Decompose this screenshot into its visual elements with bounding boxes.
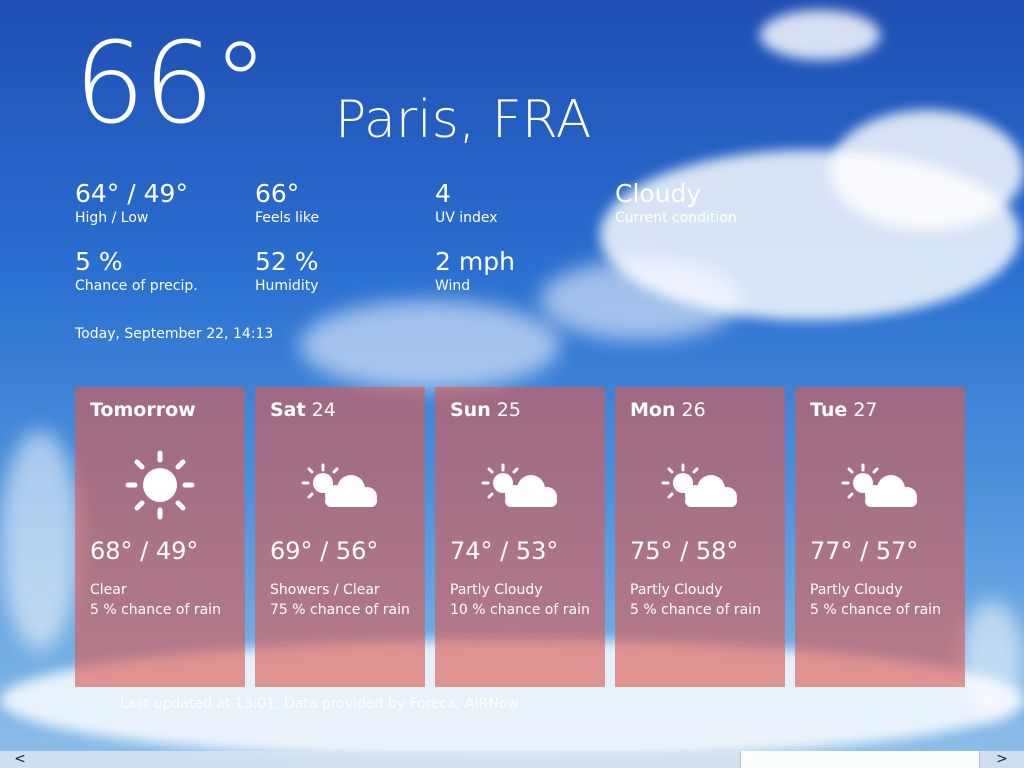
stat-value: 52 %: [255, 247, 319, 276]
forecast-condition: Partly Cloudy: [450, 582, 543, 598]
stat-feels-like: 66° Feels like: [255, 180, 319, 226]
stat-label: UV index: [435, 209, 498, 226]
forecast-rain-chance: 5 % chance of rain: [630, 602, 761, 618]
timestamp: Today, September 22, 14:13: [75, 326, 274, 342]
partly-cloudy-icon: [661, 463, 737, 507]
sun-icon: [125, 450, 195, 520]
scrollbar-thumb[interactable]: [740, 751, 980, 768]
horizontal-scrollbar[interactable]: < >: [0, 751, 1024, 768]
stat-value: Cloudy: [615, 179, 702, 208]
forecast-day: Sat 24: [270, 399, 336, 421]
forecast-card-sun[interactable]: Sun 25 74° / 53° Partly Cloudy 10 % chan…: [435, 387, 605, 687]
stat-humidity: 52 % Humidity: [255, 248, 319, 294]
stat-label: Feels like: [255, 209, 320, 226]
stat-precip: 5 % Chance of precip.: [75, 248, 198, 294]
forecast-card-mon[interactable]: Mon 26 75° / 58° Partly Cloudy 5 % chanc…: [615, 387, 785, 687]
city-name: Paris, FRA: [335, 90, 592, 150]
stat-value: 5 %: [75, 247, 123, 276]
stat-value: 2 mph: [435, 247, 515, 276]
stat-uv-index: 4 UV index: [435, 180, 498, 226]
forecast-temps: 75° / 58°: [630, 537, 739, 565]
forecast-card-sat[interactable]: Sat 24 69° / 56° Showers / Clear 75 % ch…: [255, 387, 425, 687]
stat-label: Wind: [435, 277, 471, 294]
last-updated-footer: Last updated at 13:01. Data provided by …: [120, 696, 519, 712]
current-temperature: 66°: [74, 19, 269, 149]
forecast-condition: Showers / Clear: [270, 582, 380, 598]
forecast-day: Sun 25: [450, 399, 521, 421]
stat-label: Chance of precip.: [75, 277, 198, 294]
forecast-temps: 68° / 49°: [90, 537, 199, 565]
forecast-temps: 69° / 56°: [270, 537, 379, 565]
forecast-card-tue[interactable]: Tue 27 77° / 57° Partly Cloudy 5 % chanc…: [795, 387, 965, 687]
partly-cloudy-icon: [301, 463, 377, 507]
forecast-condition: Partly Cloudy: [630, 582, 723, 598]
stat-label: High / Low: [75, 209, 149, 226]
forecast-day: Tue 27: [810, 399, 878, 421]
stat-value: 66°: [255, 179, 300, 208]
stat-high-low: 64° / 49° High / Low: [75, 180, 188, 226]
forecast-temps: 77° / 57°: [810, 537, 919, 565]
forecast-rain-chance: 5 % chance of rain: [810, 602, 941, 618]
forecast-rain-chance: 10 % chance of rain: [450, 602, 590, 618]
forecast-day: Tomorrow: [90, 399, 196, 421]
forecast-condition: Clear: [90, 582, 127, 598]
forecast-day: Mon 26: [630, 399, 706, 421]
stat-label: Current condition: [615, 209, 737, 226]
partly-cloudy-icon: [841, 463, 917, 507]
scroll-right-button[interactable]: >: [988, 751, 1016, 768]
stat-value: 64° / 49°: [75, 179, 188, 208]
forecast-temps: 74° / 53°: [450, 537, 559, 565]
scroll-left-button[interactable]: <: [6, 751, 34, 768]
stat-label: Humidity: [255, 277, 319, 294]
partly-cloudy-icon: [481, 463, 557, 507]
stat-value: 4: [435, 179, 451, 208]
stat-wind: 2 mph Wind: [435, 248, 515, 294]
forecast-card-tomorrow[interactable]: Tomorrow 68° / 49° Clear 5 % chance of r…: [75, 387, 245, 687]
forecast-condition: Partly Cloudy: [810, 582, 903, 598]
forecast-rain-chance: 75 % chance of rain: [270, 602, 410, 618]
stat-current-condition: Cloudy Current condition: [615, 180, 737, 226]
forecast-rain-chance: 5 % chance of rain: [90, 602, 221, 618]
